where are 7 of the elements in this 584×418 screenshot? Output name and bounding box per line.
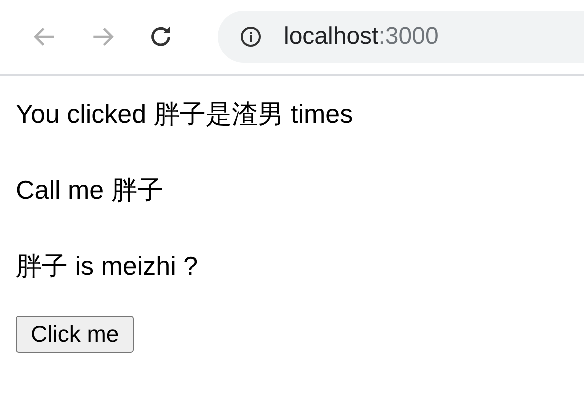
- url-text: localhost:3000: [284, 23, 439, 51]
- info-icon: [240, 26, 262, 48]
- click-button[interactable]: Click me: [16, 316, 134, 353]
- address-bar[interactable]: localhost:3000: [218, 11, 584, 63]
- paragraph-text: 胖子 is meizhi ?: [16, 250, 200, 282]
- paragraph-text: You clicked 胖子是渣男 times: [16, 98, 354, 130]
- paragraph-text: Call me 胖子: [16, 174, 164, 206]
